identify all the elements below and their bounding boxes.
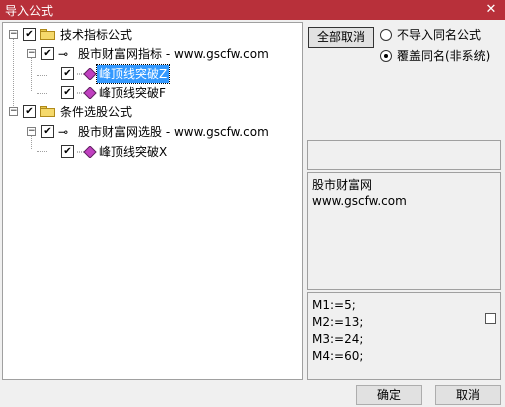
ok-button[interactable]: 确定 bbox=[356, 385, 422, 405]
collapse-icon[interactable]: − bbox=[27, 127, 36, 136]
node-checkbox[interactable]: ✔ bbox=[41, 125, 54, 138]
node-label[interactable]: 技术指标公式 bbox=[60, 26, 132, 44]
node-label[interactable]: 峰顶线突破X bbox=[99, 143, 167, 161]
node-checkbox[interactable]: ✔ bbox=[61, 67, 74, 80]
formula-gem-icon bbox=[77, 146, 97, 158]
close-icon[interactable]: ✕ bbox=[483, 0, 499, 20]
radio-selected-dot bbox=[384, 54, 388, 58]
collapse-icon[interactable]: − bbox=[9, 30, 18, 39]
node-checkbox[interactable]: ✔ bbox=[61, 145, 74, 158]
cancel-all-button[interactable]: 全部取消 bbox=[308, 27, 374, 48]
folder-icon bbox=[40, 29, 56, 40]
import-formula-dialog: 导入公式 ✕ − ✔ 技术指标公式 − ✔ ⊸ 股市财富网指标 - www.gs… bbox=[0, 0, 505, 407]
overwrite-duplicates-radio[interactable] bbox=[380, 50, 392, 62]
formula-source-panel: M1:=5; M2:=13; M3:=24; M4:=60; bbox=[307, 292, 501, 380]
skip-duplicates-label[interactable]: 不导入同名公式 bbox=[397, 28, 481, 42]
collapse-icon[interactable]: − bbox=[27, 49, 36, 58]
node-label[interactable]: 条件选股公式 bbox=[60, 103, 132, 121]
collapse-icon[interactable]: − bbox=[9, 107, 18, 116]
formula-tree[interactable]: − ✔ 技术指标公式 − ✔ ⊸ 股市财富网指标 - www.gscfw.com… bbox=[2, 22, 303, 380]
overwrite-duplicates-label[interactable]: 覆盖同名(非系统) bbox=[397, 49, 490, 63]
node-label[interactable]: 股市财富网选股 - www.gscfw.com bbox=[78, 123, 269, 141]
tree-node-indicator-formulas: − ✔ 技术指标公式 bbox=[3, 26, 302, 44]
tree-node-formula-z: ✔ 峰顶线突破Z bbox=[3, 64, 302, 84]
status-panel bbox=[307, 140, 501, 170]
skip-duplicates-radio[interactable] bbox=[380, 29, 392, 41]
formula-gem-icon bbox=[77, 87, 97, 99]
node-label[interactable]: 股市财富网指标 - www.gscfw.com bbox=[78, 45, 269, 63]
tree-node-formula-f: ✔ 峰顶线突破F bbox=[3, 84, 302, 102]
key-icon: ⊸ bbox=[58, 47, 69, 61]
title-bar: 导入公式 ✕ bbox=[0, 0, 505, 20]
formula-option-checkbox[interactable] bbox=[485, 313, 496, 324]
node-checkbox[interactable]: ✔ bbox=[23, 28, 36, 41]
formula-gem-icon bbox=[77, 68, 97, 80]
tree-node-gscfw-indicator: − ✔ ⊸ 股市财富网指标 - www.gscfw.com bbox=[3, 45, 302, 63]
node-label[interactable]: 峰顶线突破Z bbox=[95, 64, 171, 84]
cancel-button[interactable]: 取消 bbox=[435, 385, 501, 405]
formula-line: M2:=13; bbox=[312, 315, 364, 329]
tree-node-formula-x: ✔ 峰顶线突破X bbox=[3, 143, 302, 161]
tree-node-gscfw-screening: − ✔ ⊸ 股市财富网选股 - www.gscfw.com bbox=[3, 123, 302, 141]
formula-line: M4:=60; bbox=[312, 349, 364, 363]
tree-node-screening-formulas: − ✔ 条件选股公式 bbox=[3, 103, 302, 121]
description-line: www.gscfw.com bbox=[312, 194, 407, 208]
folder-icon bbox=[40, 106, 56, 117]
description-line: 股市财富网 bbox=[312, 178, 373, 192]
node-checkbox[interactable]: ✔ bbox=[23, 105, 36, 118]
key-icon: ⊸ bbox=[58, 125, 69, 139]
node-label[interactable]: 峰顶线突破F bbox=[99, 84, 166, 102]
formula-line: M3:=24; bbox=[312, 332, 364, 346]
node-checkbox[interactable]: ✔ bbox=[61, 86, 74, 99]
node-checkbox[interactable]: ✔ bbox=[41, 47, 54, 60]
description-panel: 股市财富网 www.gscfw.com bbox=[307, 172, 501, 290]
formula-line: M1:=5; bbox=[312, 298, 356, 312]
dialog-title: 导入公式 bbox=[5, 4, 54, 18]
